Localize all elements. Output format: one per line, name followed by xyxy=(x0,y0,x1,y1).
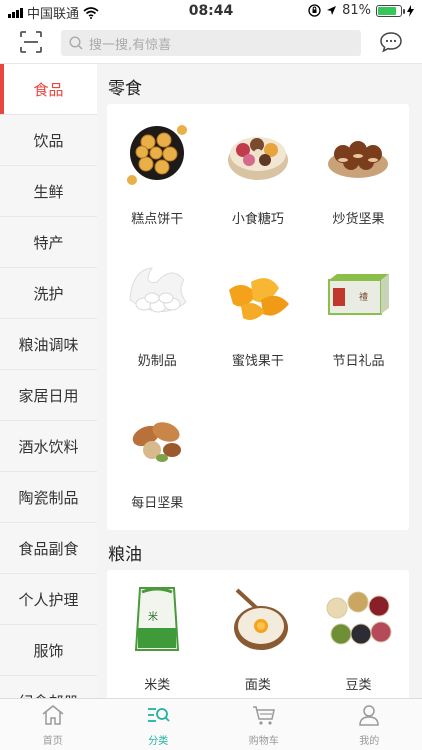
sidebar-item[interactable]: 饮品 xyxy=(0,115,97,166)
tab-home[interactable]: 首页 xyxy=(0,699,106,750)
sidebar-item[interactable]: 粮油调味 xyxy=(0,319,97,370)
sidebar-item[interactable]: 服饰 xyxy=(0,625,97,676)
subcategory-label: 蜜饯果干 xyxy=(231,354,284,369)
svg-text:米: 米 xyxy=(148,610,158,623)
bottom-tab-bar: 首页 分类 购物车 我的 xyxy=(0,698,422,750)
subcategory-label: 奶制品 xyxy=(137,354,177,369)
sidebar-item-label: 陶瓷制品 xyxy=(18,488,79,507)
section-title: 粮油 xyxy=(108,545,142,565)
sidebar-item-label: 个人护理 xyxy=(18,590,79,609)
sidebar-item[interactable]: 食品 xyxy=(0,64,97,115)
subcategory-label: 糕点饼干 xyxy=(131,212,184,227)
subcategory-label: 每日坚果 xyxy=(131,496,184,511)
sidebar-item-label: 生鲜 xyxy=(33,182,64,201)
subcategory-label: 面类 xyxy=(244,678,271,693)
message-icon[interactable] xyxy=(379,31,403,53)
subcategory-grid: 糕点饼干 小食糖巧 炒货坚果 奶制品 蜜饯果干 禮节日礼品 每日坚果 xyxy=(107,104,409,530)
sidebar-item[interactable]: 陶瓷制品 xyxy=(0,472,97,523)
sidebar-item[interactable]: 食品副食 xyxy=(0,523,97,574)
tab-category[interactable]: 分类 xyxy=(106,699,212,750)
subcategory-item[interactable]: 豆类 xyxy=(308,570,409,698)
dried-mango-image xyxy=(223,260,293,330)
subcategory-item[interactable]: 禮节日礼品 xyxy=(308,246,409,388)
tab-profile[interactable]: 我的 xyxy=(317,699,422,750)
sidebar-item-label: 粮油调味 xyxy=(18,335,79,354)
subcategory-label: 豆类 xyxy=(345,678,372,693)
tab-label: 分类 xyxy=(148,736,169,747)
subcategory-label: 小食糖巧 xyxy=(231,212,284,227)
profile-icon xyxy=(357,704,381,732)
charging-icon xyxy=(407,4,414,17)
search-input[interactable]: 搜一搜,有惊喜 xyxy=(61,30,361,56)
tab-cart[interactable]: 购物车 xyxy=(211,699,317,750)
sidebar-item-label: 纪念邮册 xyxy=(18,691,78,699)
beans-image xyxy=(323,584,393,654)
section-title: 零食 xyxy=(108,79,142,99)
orientation-lock-icon xyxy=(308,4,321,17)
sidebar-item-label: 食品 xyxy=(33,80,64,99)
sidebar-item-label: 家居日用 xyxy=(18,386,79,405)
cart-icon xyxy=(252,704,276,732)
chestnut-image xyxy=(323,118,393,188)
subcategory-label: 米类 xyxy=(144,678,171,693)
status-bar: 中国联通 08:44 81% xyxy=(0,0,422,22)
battery-icon xyxy=(376,4,405,17)
status-right: 81% xyxy=(308,3,414,18)
gift-box-image: 禮 xyxy=(323,260,393,330)
battery-fill xyxy=(378,6,396,15)
sidebar-item[interactable]: 家居日用 xyxy=(0,370,97,421)
flour-bowl-image xyxy=(223,584,293,654)
category-sidebar: 食品饮品生鲜特产洗护粮油调味家居日用酒水饮料陶瓷制品食品副食个人护理服饰纪念邮册 xyxy=(0,64,97,698)
subcategory-item[interactable]: 每日坚果 xyxy=(107,388,208,530)
svg-text:禮: 禮 xyxy=(359,291,368,303)
subcategory-label: 炒货坚果 xyxy=(332,212,385,227)
subcategory-item[interactable]: 蜜饯果干 xyxy=(208,246,309,388)
search-icon xyxy=(69,36,83,50)
subcategory-item[interactable]: 小食糖巧 xyxy=(208,104,309,246)
sidebar-item[interactable]: 酒水饮料 xyxy=(0,421,97,472)
search-placeholder: 搜一搜,有惊喜 xyxy=(89,37,172,53)
subcategory-item[interactable]: 面类 xyxy=(208,570,309,698)
subcategory-item[interactable]: 炒货坚果 xyxy=(308,104,409,246)
sidebar-item-label: 食品副食 xyxy=(18,539,79,558)
subcategory-item[interactable]: 米米类 xyxy=(107,570,208,698)
sidebar-item[interactable]: 生鲜 xyxy=(0,166,97,217)
milk-image xyxy=(122,260,192,330)
subcategory-item[interactable]: 奶制品 xyxy=(107,246,208,388)
candy-image xyxy=(223,118,293,188)
home-icon xyxy=(41,704,65,732)
sidebar-item-label: 饮品 xyxy=(33,131,64,150)
tab-label: 首页 xyxy=(42,736,63,747)
battery-percent: 81% xyxy=(342,3,371,18)
sidebar-item[interactable]: 纪念邮册 xyxy=(0,676,97,698)
subcategory-grid: 米米类 面类 豆类 xyxy=(107,570,409,698)
subcategory-label: 节日礼品 xyxy=(332,354,385,369)
tab-label: 购物车 xyxy=(248,736,279,747)
sidebar-item-label: 酒水饮料 xyxy=(18,437,79,456)
scan-icon[interactable] xyxy=(20,31,42,53)
mixed-nuts-image xyxy=(122,402,192,472)
cookies-image xyxy=(122,118,192,188)
location-icon xyxy=(327,6,337,15)
category-icon xyxy=(146,704,170,732)
sidebar-item-label: 服饰 xyxy=(33,641,64,660)
sidebar-item[interactable]: 个人护理 xyxy=(0,574,97,625)
sidebar-item[interactable]: 特产 xyxy=(0,217,97,268)
sidebar-item-label: 特产 xyxy=(33,233,64,252)
sidebar-item[interactable]: 洗护 xyxy=(0,268,97,319)
search-header: 搜一搜,有惊喜 xyxy=(0,22,422,64)
category-content: 零食 糕点饼干 小食糖巧 炒货坚果 奶制品 蜜饯果干 禮节日礼品 每日坚果 粮油 … xyxy=(97,64,422,698)
tab-label: 我的 xyxy=(359,736,380,747)
subcategory-item[interactable]: 糕点饼干 xyxy=(107,104,208,246)
sidebar-item-label: 洗护 xyxy=(33,284,64,303)
rice-bag-image: 米 xyxy=(122,584,192,654)
